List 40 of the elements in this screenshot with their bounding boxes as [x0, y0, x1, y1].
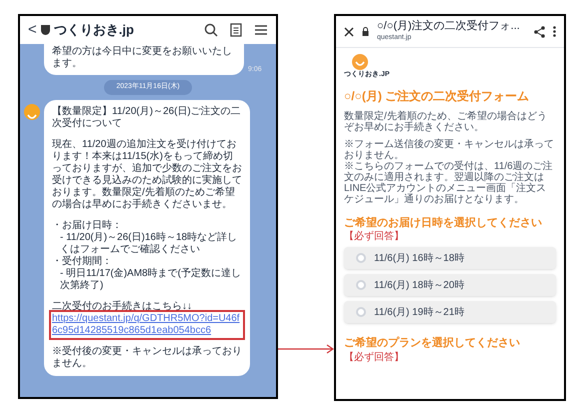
form-title: ○/○(月) ご注文の二次受付フォーム [344, 88, 530, 104]
radio-button[interactable] [356, 280, 366, 290]
detail-label: ・お届け日時： [52, 220, 123, 232]
more-icon[interactable] [553, 26, 556, 37]
option-label: 11/6(月) 18時～20時 [374, 278, 464, 292]
back-button[interactable]: < [28, 18, 37, 42]
question-title: ご希望のお届け日時を選択してください [344, 216, 543, 230]
message-text: ※受付後の変更・キャンセルは承っておりません。 [52, 346, 242, 370]
form-note: ※フォーム送信後の変更・キャンセルは承っておりません。 [344, 138, 555, 160]
arrow [278, 344, 334, 354]
required-label: 【必ず回答】 [344, 352, 405, 364]
form-intro: 数量限定/先着順のため、ご希望の場合はどうぞお早めにお手続きください。 [344, 110, 548, 132]
detail-text: - 11/20(月)～26(日)16時～18時など詳しくはフォームでご確認ください [59, 232, 238, 256]
radio-option[interactable]: 11/6(月) 18時～20時 [344, 274, 556, 296]
search-icon[interactable] [204, 23, 218, 37]
required-label: 【必ず回答】 [344, 231, 405, 243]
radio-button[interactable] [356, 307, 366, 317]
radio-option[interactable]: 11/6(月) 16時～18時 [344, 247, 556, 269]
close-icon[interactable] [344, 26, 354, 36]
message-text: 【数量限定】11/20(月)～26(日)ご注文の二次受付について [52, 106, 242, 130]
radio-button[interactable] [356, 253, 366, 263]
radio-option[interactable]: 11/6(月) 19時～21時 [344, 301, 556, 323]
option-label: 11/6(月) 16時～18時 [374, 252, 464, 266]
notes-icon[interactable] [230, 23, 242, 37]
logo-icon [352, 54, 368, 70]
detail-text: - 明日11/17(金)AM8時まで(予定数に達し次第終了) [59, 268, 242, 292]
chat-title: つくりおき.jp [54, 21, 135, 40]
share-icon[interactable] [534, 26, 545, 38]
lock-icon [362, 27, 369, 36]
detail-label: ・受付期間： [52, 256, 113, 268]
shield-icon [40, 25, 50, 35]
avatar-icon [24, 104, 40, 120]
menu-icon[interactable] [254, 24, 268, 36]
link[interactable]: https://questant.jp/q/GDTHR5MO?id=U46f6c95d14285519c865d1eab054bcc6 [52, 312, 242, 336]
question-title: ご希望のプランを選択してください [344, 336, 521, 351]
option-label: 11/6(月) 19時～21時 [374, 306, 464, 320]
page-title: ○/○(月)注文の二次受付フォ... [377, 20, 521, 34]
form-note: ※こちらのフォームでの受付は、11/6週のご注文のみに適用されます。翌週以降のご注文はLINE公式アカウントのメニュー画面「注文スケジュール」通りのお届けとなります。 [344, 160, 554, 204]
message-text: 現在、11/20週の追加注文を受け付けております！本来は11/15(水)をもって締め切っておりますが、追加で少数のご注文をお受けできる見込みのため試験的に実施しております。数量限定/先着順のためご希望の場合は早めにお手続きくださいませ。 [52, 138, 242, 210]
message-text: 希望の方は今日中に変更をお願いいたします。 [52, 46, 232, 69]
